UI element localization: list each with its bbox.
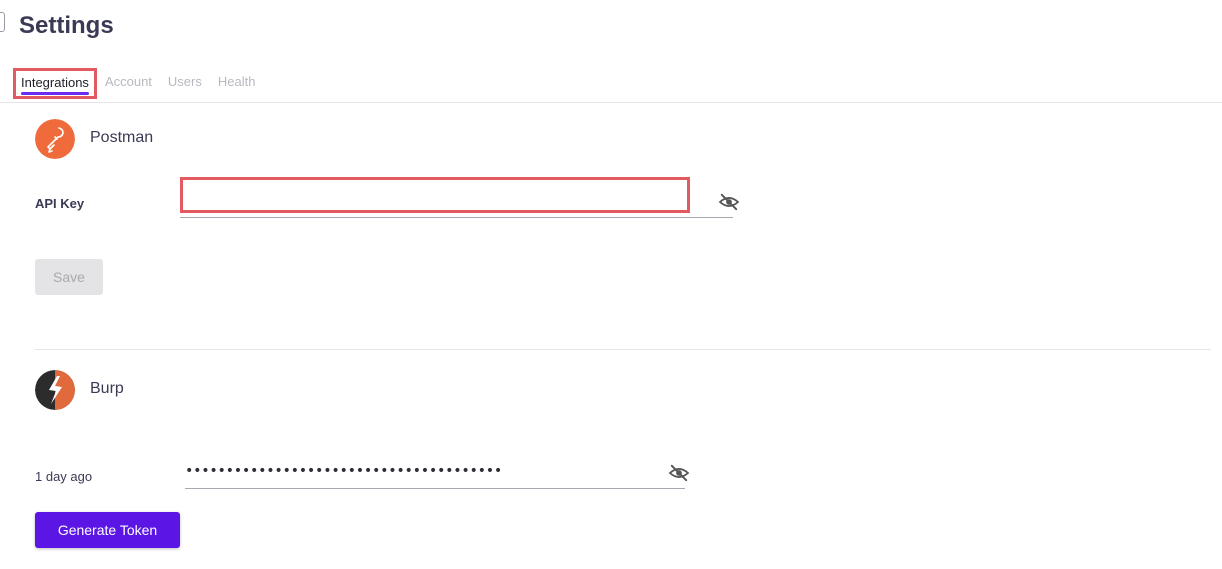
burp-logo-icon <box>35 370 75 410</box>
tab-integrations-label: Integrations <box>21 75 89 90</box>
eye-off-icon[interactable] <box>668 464 690 482</box>
postman-title: Postman <box>90 129 154 146</box>
token-value: ••••••••••••••••••••••••••••••••••••••• <box>185 463 503 479</box>
tab-health-label: Health <box>217 74 256 89</box>
tab-health[interactable]: Health <box>210 66 264 99</box>
settings-tabs: Integrations Account Users Health <box>13 66 263 99</box>
token-field[interactable]: ••••••••••••••••••••••••••••••••••••••• <box>185 460 685 489</box>
tab-account[interactable]: Account <box>97 66 160 99</box>
generate-token-button[interactable]: Generate Token <box>35 512 180 548</box>
api-key-input[interactable] <box>180 177 690 213</box>
page-title: Settings <box>19 12 114 39</box>
save-button[interactable]: Save <box>35 259 103 295</box>
api-key-label: API Key <box>35 196 85 211</box>
tab-integrations[interactable]: Integrations <box>13 68 97 99</box>
token-timestamp: 1 day ago <box>35 469 93 484</box>
tab-account-label: Account <box>104 74 152 89</box>
tab-users-label: Users <box>167 74 202 89</box>
window-edge-mark <box>0 12 5 32</box>
api-key-field-wrapper <box>180 177 733 218</box>
eye-off-icon[interactable] <box>718 193 740 211</box>
section-divider <box>35 349 1211 350</box>
tabs-divider <box>0 102 1222 103</box>
active-tab-indicator <box>21 92 89 95</box>
postman-logo-icon <box>35 119 75 159</box>
burp-title: Burp <box>90 380 124 397</box>
tab-users[interactable]: Users <box>160 66 210 99</box>
